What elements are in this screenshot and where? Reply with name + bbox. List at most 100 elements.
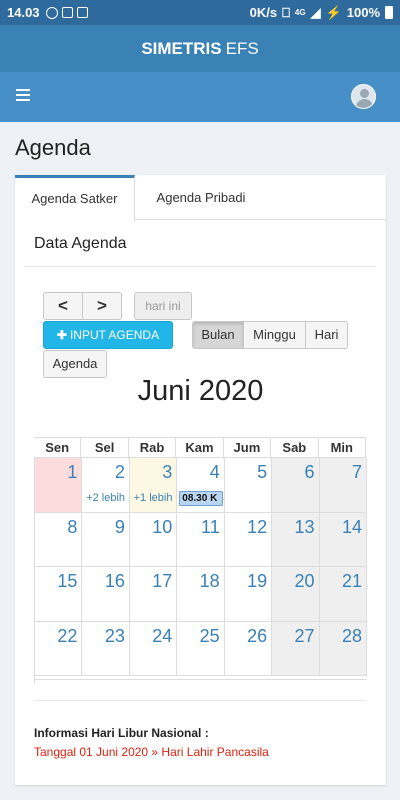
status-time: 14.03 (7, 5, 40, 20)
user-avatar-icon[interactable] (351, 84, 376, 109)
page-title: Agenda (15, 135, 91, 160)
day-number[interactable]: 22 (57, 626, 77, 647)
app-notification-icon (61, 7, 73, 18)
day-number[interactable]: 23 (105, 626, 125, 647)
calendar-day-cell[interactable]: 24 (129, 621, 178, 676)
calendar-day-cell[interactable]: 11 (177, 512, 225, 567)
vibrate-icon: ⎕ (282, 4, 290, 20)
day-number[interactable]: 7 (352, 462, 362, 483)
weekday-label: Sab (271, 438, 319, 459)
view-agenda-button[interactable]: Agenda (43, 350, 107, 378)
battery-percent: 100% (346, 5, 380, 20)
day-number[interactable]: 10 (152, 517, 172, 538)
calendar-day-cell[interactable]: 5 (224, 458, 273, 513)
calendar-bottom-border (35, 679, 367, 680)
agenda-card: Agenda Satker Agenda Pribadi Data Agenda… (15, 175, 386, 785)
calendar-day-cell[interactable]: 1 (35, 458, 83, 513)
charging-icon: ⚡ (325, 4, 342, 20)
divider (34, 700, 366, 701)
view-day-button[interactable]: Hari (305, 321, 348, 349)
calendar-day-cell[interactable]: 6 (272, 458, 320, 513)
day-number[interactable]: 21 (342, 571, 362, 592)
hamburger-icon[interactable] (16, 89, 30, 101)
calendar-day-cell[interactable]: 7 (319, 458, 367, 513)
calendar-day-cell[interactable]: 17 (129, 567, 178, 622)
calendar-day-cell[interactable]: 2 +2 lebih (82, 458, 130, 513)
calendar-day-cell[interactable]: 20 (272, 567, 320, 622)
signal-label: 4G (294, 8, 306, 17)
day-number[interactable]: 1 (67, 462, 77, 483)
calendar-day-cell[interactable]: 12 (224, 512, 273, 567)
whatsapp-icon (45, 6, 58, 19)
view-month-button[interactable]: Bulan (192, 321, 244, 349)
day-number[interactable]: 28 (342, 626, 362, 647)
day-number[interactable]: 9 (115, 517, 125, 538)
plus-icon: ✚ (56, 328, 67, 342)
calendar-day-cell[interactable]: 3 +1 lebih (129, 458, 178, 513)
day-number[interactable]: 20 (295, 571, 315, 592)
calendar-day-cell[interactable]: 26 (224, 621, 273, 676)
day-number[interactable]: 17 (152, 571, 172, 592)
prev-month-button[interactable]: < (43, 292, 83, 320)
calendar-body: 1 2 +2 lebih 3 +1 lebih 4 08.30 K 5 6 7 8 9 10 11 12 13… (34, 458, 367, 684)
day-number[interactable]: 24 (152, 626, 172, 647)
today-button[interactable]: hari ini (134, 292, 192, 320)
next-month-button[interactable]: > (82, 292, 122, 320)
day-number[interactable]: 26 (247, 626, 267, 647)
calendar-day-cell[interactable]: 10 (129, 512, 178, 567)
weekday-label: Jum (224, 438, 272, 459)
day-number[interactable]: 15 (57, 571, 77, 592)
day-number[interactable]: 4 (210, 462, 220, 483)
tab-bar: Agenda Satker Agenda Pribadi (15, 175, 386, 221)
day-number[interactable]: 19 (247, 571, 267, 592)
calendar-day-cell[interactable]: 4 08.30 K (177, 458, 225, 513)
battery-icon (385, 6, 393, 19)
calendar-day-cell[interactable]: 16 (82, 567, 130, 622)
weekday-header: Sen Sel Rab Kam Jum Sab Min (34, 437, 366, 459)
day-number[interactable]: 8 (67, 517, 77, 538)
calendar-day-cell[interactable]: 14 (319, 512, 367, 567)
notification-icons (45, 6, 88, 19)
app-title: SIMETRIS (141, 38, 222, 58)
calendar-day-cell[interactable]: 21 (319, 567, 367, 622)
calendar-day-cell[interactable]: 28 (319, 621, 367, 676)
day-number[interactable]: 5 (257, 462, 267, 483)
section-title: Data Agenda (34, 235, 127, 252)
input-agenda-button[interactable]: ✚ INPUT AGENDA (43, 321, 173, 349)
calendar-day-cell[interactable]: 19 (224, 567, 273, 622)
day-number[interactable]: 2 (115, 462, 125, 483)
day-number[interactable]: 13 (295, 517, 315, 538)
more-events-link[interactable]: +1 lebih (130, 492, 176, 504)
weekday-label: Kam (176, 438, 224, 459)
calendar-day-cell[interactable]: 27 (272, 621, 320, 676)
more-events-link[interactable]: +2 lebih (82, 492, 128, 504)
signal-icon: ◢ (310, 4, 321, 20)
day-number[interactable]: 3 (162, 462, 172, 483)
calendar-day-cell[interactable]: 8 (35, 512, 83, 567)
calendar-day-cell[interactable]: 23 (82, 621, 130, 676)
holiday-item[interactable]: Tanggal 01 Juni 2020 » Hari Lahir Pancas… (34, 745, 269, 759)
day-number[interactable]: 16 (105, 571, 125, 592)
day-number[interactable]: 12 (247, 517, 267, 538)
day-number[interactable]: 25 (200, 626, 220, 647)
day-number[interactable]: 14 (342, 517, 362, 538)
weekday-label: Sen (34, 438, 82, 459)
calendar-day-cell[interactable]: 9 (82, 512, 130, 567)
event-chip[interactable]: 08.30 K (179, 491, 223, 506)
calendar-day-cell[interactable]: 22 (35, 621, 83, 676)
day-number[interactable]: 18 (200, 571, 220, 592)
calendar-day-cell[interactable]: 13 (272, 512, 320, 567)
tab-agenda-satker[interactable]: Agenda Satker (15, 175, 135, 221)
day-number[interactable]: 6 (305, 462, 315, 483)
tab-agenda-pribadi[interactable]: Agenda Pribadi (135, 175, 267, 220)
day-number[interactable]: 11 (201, 517, 220, 538)
network-speed: 0K/s (249, 5, 278, 20)
day-number[interactable]: 27 (295, 626, 315, 647)
calendar-day-cell[interactable]: 15 (35, 567, 83, 622)
weekday-label: Rab (129, 438, 177, 459)
status-right: 0K/s ⎕ 4G ◢ ⚡ 100% (250, 5, 393, 21)
gallery-icon (76, 7, 88, 18)
view-week-button[interactable]: Minggu (243, 321, 306, 349)
calendar-day-cell[interactable]: 25 (177, 621, 225, 676)
calendar-day-cell[interactable]: 18 (177, 567, 225, 622)
